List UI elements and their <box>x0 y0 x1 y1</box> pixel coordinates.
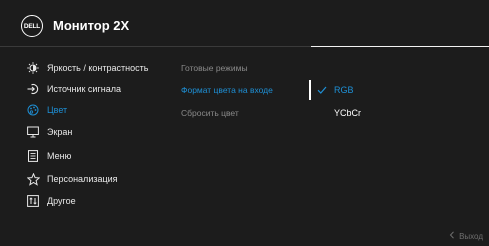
menu-icon <box>26 149 40 163</box>
menu-item-menu[interactable]: Меню <box>26 146 71 166</box>
option-label: RGB <box>334 85 354 95</box>
display-icon <box>26 125 40 139</box>
chevron-left-icon <box>449 231 455 241</box>
submenu-item-reset-color[interactable]: Сбросить цвет <box>181 103 239 123</box>
dell-logo: DELL <box>21 15 43 37</box>
menu-item-label: Другое <box>47 196 76 206</box>
menu-item-brightness[interactable]: Яркость / контрастность <box>26 58 148 78</box>
checkmark-icon <box>316 84 328 96</box>
exit-label: Выход <box>459 231 483 241</box>
menu-item-label: Персонализация <box>47 174 118 184</box>
option-label: YCbCr <box>334 108 362 118</box>
option-ycbcr[interactable]: YCbCr <box>334 103 361 123</box>
submenu-item-input-color-format[interactable]: Формат цвета на входе <box>181 80 273 100</box>
page-title: Монитор 2X <box>53 18 130 33</box>
input-source-icon <box>26 82 40 96</box>
brightness-icon <box>26 61 40 75</box>
header-accent-line <box>311 46 489 47</box>
menu-item-label: Яркость / контрастность <box>47 63 149 73</box>
osd-header: DELL Монитор 2X <box>0 0 489 46</box>
option-rgb[interactable]: RGB <box>316 80 354 100</box>
menu-item-other[interactable]: Другое <box>26 191 76 211</box>
menu-item-label: Источник сигнала <box>47 84 121 94</box>
other-icon <box>26 194 40 208</box>
logo-text: DELL <box>23 22 41 30</box>
color-palette-icon <box>26 103 40 117</box>
star-icon <box>26 172 40 186</box>
menu-item-color[interactable]: Цвет <box>26 100 67 120</box>
menu-item-personalization[interactable]: Персонализация <box>26 169 118 189</box>
exit-button[interactable]: Выход <box>449 231 483 241</box>
menu-item-input-source[interactable]: Источник сигнала <box>26 79 121 99</box>
menu-item-label: Цвет <box>47 105 68 115</box>
option-selection-marker <box>309 80 311 100</box>
submenu-item-preset-modes[interactable]: Готовые режимы <box>181 58 248 78</box>
menu-item-label: Меню <box>47 151 72 161</box>
menu-item-label: Экран <box>47 127 73 137</box>
monitor-osd: DELL Монитор 2X Яркость / контрастность … <box>0 0 489 246</box>
menu-item-display[interactable]: Экран <box>26 122 72 142</box>
